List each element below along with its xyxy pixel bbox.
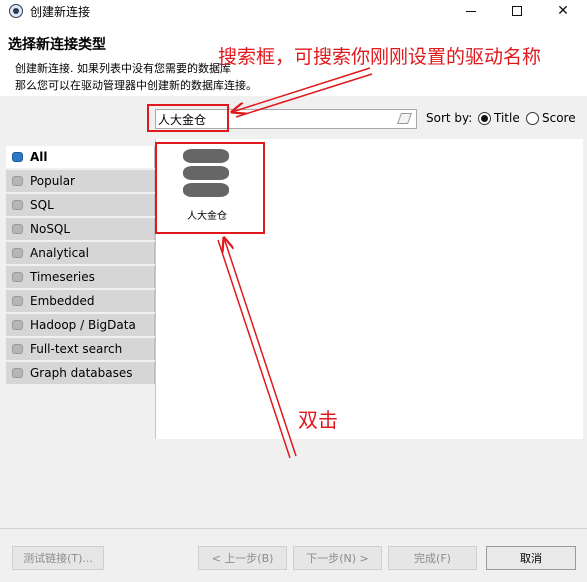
folder-icon [12, 296, 23, 306]
annotation-search-hint: 搜索框，可搜索你刚刚设置的驱动名称 [218, 46, 542, 68]
category-list: All Popular SQL NoSQL Analytical Timeser… [6, 146, 155, 386]
category-embedded[interactable]: Embedded [6, 290, 155, 312]
maximize-icon [512, 6, 522, 16]
sort-score-label[interactable]: Score [542, 111, 576, 125]
sort-title-radio[interactable] [478, 112, 491, 125]
annotation-double-click: 双击 [298, 408, 338, 432]
folder-icon [12, 248, 23, 258]
next-button[interactable]: 下一步(N) > [293, 546, 382, 570]
minimize-icon [466, 10, 476, 12]
clear-search-icon[interactable] [396, 113, 413, 124]
database-icon [12, 152, 23, 162]
category-popular[interactable]: Popular [6, 170, 155, 192]
category-all[interactable]: All [6, 146, 155, 168]
category-graph-databases[interactable]: Graph databases [6, 362, 155, 384]
back-button[interactable]: < 上一步(B) [198, 546, 287, 570]
window-title: 创建新连接 [30, 5, 91, 19]
category-full-text-search[interactable]: Full-text search [6, 338, 155, 360]
category-label: NoSQL [30, 222, 71, 236]
search-highlight-box [147, 104, 229, 132]
footer-divider [0, 528, 587, 529]
category-label: Graph databases [30, 366, 133, 380]
close-button[interactable]: ✕ [540, 0, 586, 22]
folder-icon [12, 200, 23, 210]
test-connection-button[interactable]: 测试链接(T)... [12, 546, 104, 570]
sort-label: Sort by: [426, 111, 473, 125]
maximize-button[interactable] [494, 0, 540, 22]
category-hadoop-bigdata[interactable]: Hadoop / BigData [6, 314, 155, 336]
page-description-line2: 那么您可以在驱动管理器中创建新的数据库连接。 [15, 79, 257, 92]
sort-score-radio[interactable] [526, 112, 539, 125]
category-sql[interactable]: SQL [6, 194, 155, 216]
cancel-button[interactable]: 取消 [486, 546, 576, 570]
category-label: Analytical [30, 246, 89, 260]
minimize-button[interactable] [448, 0, 494, 22]
category-label: Embedded [30, 294, 95, 308]
folder-icon [12, 320, 23, 330]
title-bar: 创建新连接 ✕ [0, 0, 587, 22]
page-title: 选择新连接类型 [8, 37, 106, 53]
sort-title-label[interactable]: Title [494, 111, 520, 125]
category-analytical[interactable]: Analytical [6, 242, 155, 264]
close-icon: ✕ [557, 3, 569, 19]
category-label: Popular [30, 174, 75, 188]
folder-icon [12, 224, 23, 234]
finish-button[interactable]: 完成(F) [388, 546, 477, 570]
category-label: Timeseries [30, 270, 95, 284]
category-label: All [30, 150, 48, 164]
database-icon [12, 176, 23, 186]
app-icon [9, 4, 23, 18]
category-label: Hadoop / BigData [30, 318, 136, 332]
category-nosql[interactable]: NoSQL [6, 218, 155, 240]
category-label: SQL [30, 198, 54, 212]
category-timeseries[interactable]: Timeseries [6, 266, 155, 288]
driver-highlight-box [155, 142, 265, 234]
category-label: Full-text search [30, 342, 123, 356]
page-description-line1: 创建新连接. 如果列表中没有您需要的数据库 [15, 62, 231, 75]
folder-icon [12, 368, 23, 378]
folder-icon [12, 272, 23, 282]
folder-icon [12, 344, 23, 354]
